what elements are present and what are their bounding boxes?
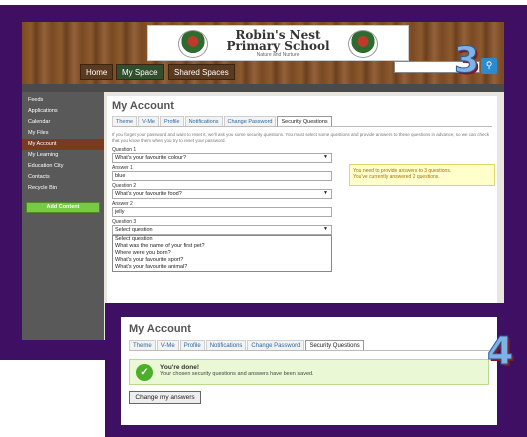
robin-logo-left-icon: [178, 30, 208, 58]
tab-notifications[interactable]: Notifications: [184, 116, 223, 126]
security-questions-screen: Robin's Nest Primary School Nature and N…: [22, 22, 504, 340]
sidebar-item-my-files[interactable]: My Files: [22, 128, 104, 139]
dropdown-option[interactable]: Where were you born?: [113, 250, 331, 257]
chevron-down-icon: ▼: [323, 190, 328, 196]
sidebar-item-calendar[interactable]: Calendar: [22, 117, 104, 128]
tab-security-questions[interactable]: Security Questions: [305, 340, 364, 350]
question-1-select[interactable]: What's your favourite colour? ▼: [112, 153, 332, 163]
change-answers-button[interactable]: Change my answers: [129, 391, 201, 404]
add-content-button[interactable]: Add Content: [26, 202, 100, 213]
dropdown-option[interactable]: What was the name of your first pet?: [113, 243, 331, 250]
question-1-value: What's your favourite colour?: [115, 155, 187, 161]
dropdown-option[interactable]: What's your favourite sport?: [113, 257, 331, 264]
sidebar-item-feeds[interactable]: Feeds: [22, 95, 104, 106]
tab-notifications[interactable]: Notifications: [205, 340, 247, 350]
page-title: My Account: [129, 323, 191, 335]
tab-theme[interactable]: Theme: [112, 116, 138, 126]
dropdown-option[interactable]: Select question: [113, 236, 331, 243]
question-3-value: Select question: [115, 227, 153, 233]
tab-security-questions[interactable]: Security Questions: [277, 116, 332, 126]
sidebar-item-education-city[interactable]: Education City: [22, 161, 104, 172]
confirmation-screen: My Account Theme V-Me Profile Notificati…: [121, 317, 497, 425]
school-logo-banner: Robin's Nest Primary School Nature and N…: [147, 25, 409, 61]
tab-profile[interactable]: Profile: [159, 116, 184, 126]
tab-change-password[interactable]: Change Password: [223, 116, 277, 126]
tab-profile[interactable]: Profile: [179, 340, 205, 350]
nav-my-space[interactable]: My Space: [116, 64, 164, 80]
answer-1-field[interactable]: blue: [112, 171, 332, 181]
success-message: ✓ You're done! Your chosen security ques…: [129, 359, 489, 385]
screenshot-frame-2: My Account Theme V-Me Profile Notificati…: [105, 303, 527, 437]
nav-strip: [22, 84, 504, 92]
tab-change-password[interactable]: Change Password: [247, 340, 305, 350]
robin-logo-right-icon: [348, 30, 378, 58]
question-3-dropdown: Select question What was the name of you…: [112, 235, 332, 272]
sidebar: Feeds Applications Calendar My Files My …: [22, 92, 104, 340]
tab-vme[interactable]: V-Me: [138, 116, 159, 126]
step-number-4: 4: [486, 329, 514, 374]
chevron-down-icon: ▼: [323, 154, 328, 160]
success-text: Your chosen security questions and answe…: [160, 371, 314, 377]
success-title: You're done!: [160, 364, 199, 371]
tab-theme[interactable]: Theme: [129, 340, 156, 350]
page-title: My Account: [112, 100, 174, 112]
question-2-select[interactable]: What's your favourite food? ▼: [112, 189, 332, 199]
sidebar-item-my-learning[interactable]: My Learning: [22, 150, 104, 161]
chevron-down-icon: ▼: [323, 226, 328, 232]
intro-text: If you forget your password and want to …: [112, 132, 490, 143]
answer-2-field[interactable]: jelly: [112, 207, 332, 217]
question-3-select[interactable]: Select question ▼: [112, 225, 332, 235]
tab-vme[interactable]: V-Me: [156, 340, 179, 350]
account-tabs: Theme V-Me Profile Notifications Change …: [129, 340, 489, 351]
dropdown-option[interactable]: What's your favourite animal?: [113, 264, 331, 271]
sidebar-item-applications[interactable]: Applications: [22, 106, 104, 117]
notice-line-2: You've currently answered 2 questions.: [353, 174, 440, 180]
search-icon[interactable]: ⚲: [481, 58, 497, 74]
question-2-value: What's your favourite food?: [115, 191, 182, 197]
nav-home[interactable]: Home: [80, 64, 114, 80]
sidebar-item-contacts[interactable]: Contacts: [22, 172, 104, 183]
step-number-3: 3: [453, 40, 480, 82]
sidebar-item-recycle-bin[interactable]: Recycle Bin: [22, 183, 104, 194]
account-tabs: Theme V-Me Profile Notifications Change …: [112, 116, 492, 127]
answers-notice: You need to provide answers to 3 questio…: [349, 164, 495, 186]
sidebar-item-my-account[interactable]: My Account: [22, 139, 104, 150]
nav-shared-spaces[interactable]: Shared Spaces: [168, 64, 235, 80]
checkmark-icon: ✓: [136, 364, 153, 381]
